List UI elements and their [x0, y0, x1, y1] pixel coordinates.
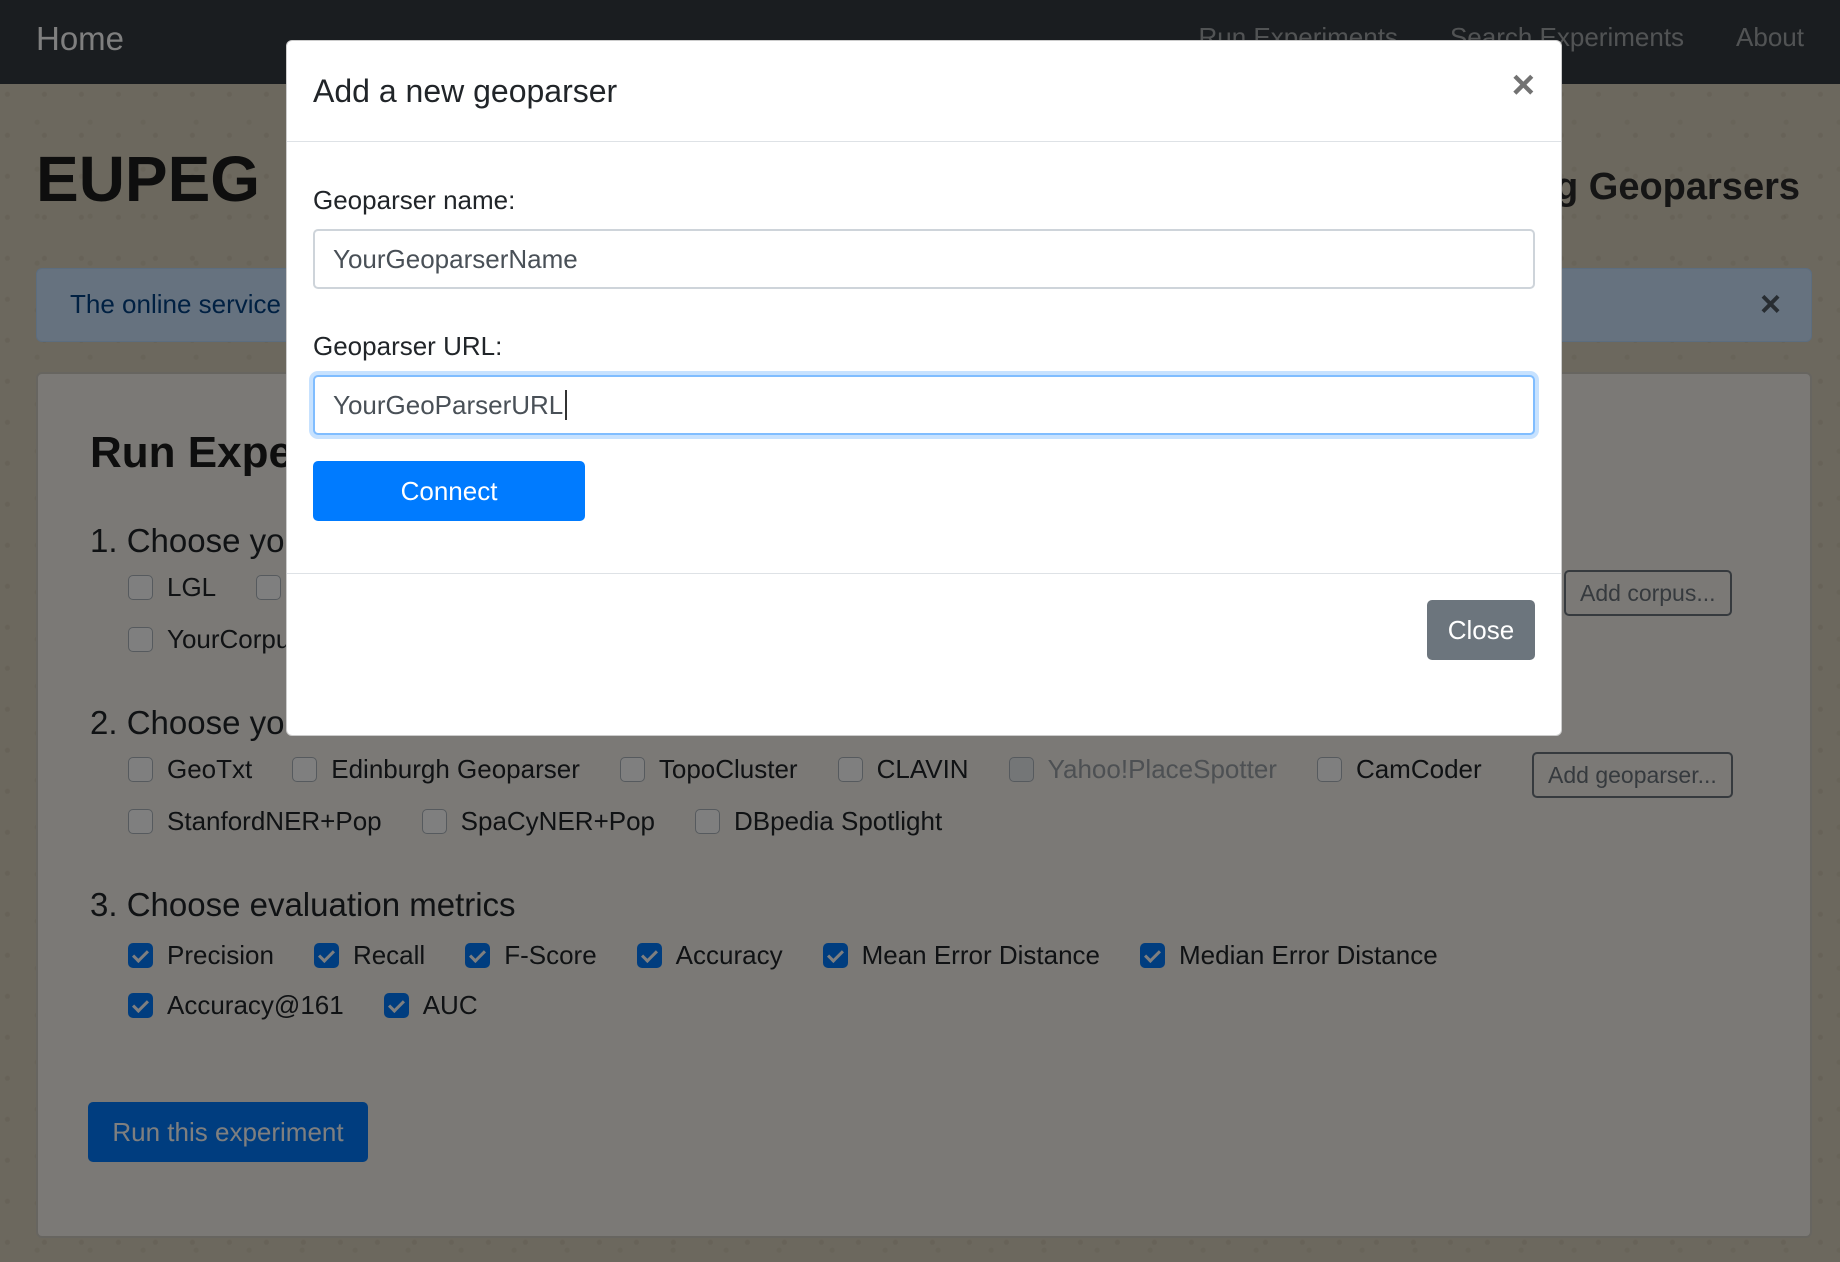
add-geoparser-modal: Add a new geoparser × Geoparser name: Yo… — [286, 40, 1562, 736]
geoparser-name-label: Geoparser name: — [313, 185, 516, 215]
modal-footer-divider — [287, 573, 1561, 574]
close-button[interactable]: Close — [1427, 600, 1535, 660]
geoparser-name-input[interactable]: YourGeoparserName — [313, 229, 1535, 289]
modal-header: Add a new geoparser × — [287, 41, 1561, 142]
geoparser-name-value: YourGeoparserName — [333, 243, 578, 274]
geoparser-url-input[interactable]: YourGeoParserURL — [313, 375, 1535, 435]
modal-close-icon[interactable]: × — [1512, 63, 1535, 108]
text-caret — [565, 390, 568, 420]
connect-button[interactable]: Connect — [313, 461, 585, 521]
geoparser-url-label: Geoparser URL: — [313, 331, 503, 361]
geoparser-url-value: YourGeoParserURL — [333, 389, 564, 420]
modal-title: Add a new geoparser — [313, 73, 618, 109]
